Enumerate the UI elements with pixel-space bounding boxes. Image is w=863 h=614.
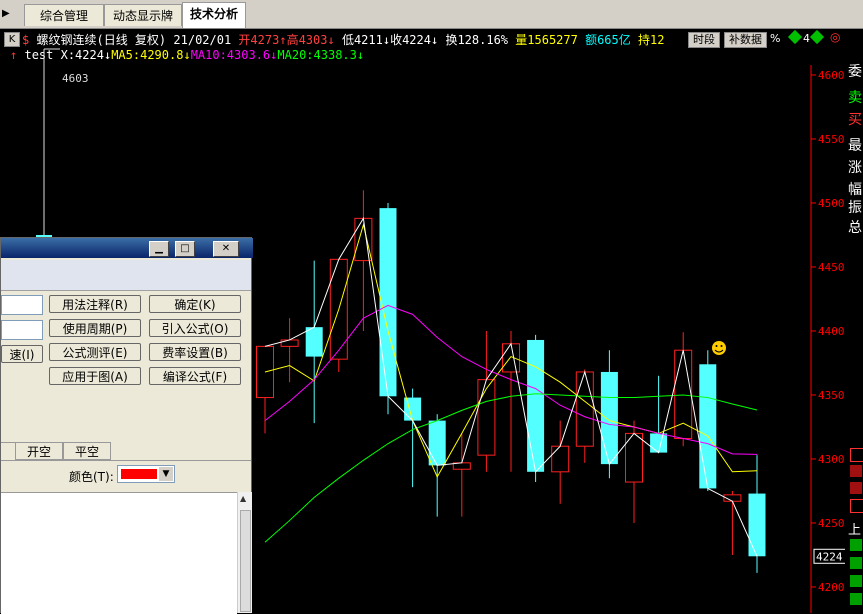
candle: [575, 369, 594, 463]
candle: [527, 334, 545, 483]
tab-scroll-left-icon[interactable]: ▶: [2, 8, 18, 22]
color-swatch: [121, 469, 157, 479]
tab-bar: ▶ 综合管理 动态显示牌 技术分析: [0, 0, 863, 29]
usage-notes-button[interactable]: 用法注释(R): [49, 295, 141, 313]
speed-button[interactable]: 速(I): [1, 345, 43, 363]
level-box: [850, 465, 862, 477]
price-tick-label: 4550: [818, 133, 845, 146]
candle-body: [280, 339, 299, 347]
candle: [723, 491, 742, 555]
label-total: 总: [848, 220, 862, 236]
price-tick-label: 4300: [818, 453, 845, 466]
level-box: [850, 448, 863, 462]
formula-editor-dialog: ▁ □ ✕ 用法注释(R) 确定(K) 使用周期(P) 引入公式(O) 速(I)…: [0, 237, 253, 614]
formula-desc-field[interactable]: [1, 320, 43, 340]
label-range: 幅: [848, 182, 862, 198]
tab-comprehensive[interactable]: 综合管理: [24, 4, 104, 26]
fee-settings-button[interactable]: 费率设置(B): [149, 343, 241, 361]
tab-open-short[interactable]: 开空: [15, 442, 63, 460]
color-row: 颜色(T): ▼: [1, 460, 251, 491]
label-change: 涨: [848, 160, 862, 176]
candle-body: [551, 445, 570, 473]
candle: [699, 350, 717, 491]
candle-body: [428, 420, 446, 466]
label-commission: 委: [848, 64, 862, 80]
candle: [305, 260, 323, 424]
chevron-down-icon[interactable]: ▼: [159, 467, 173, 481]
price-tick-label: 4350: [818, 389, 845, 402]
price-tick-label: 4600: [818, 69, 845, 82]
level-box: [850, 499, 863, 513]
color-select[interactable]: ▼: [117, 465, 175, 483]
compile-formula-button[interactable]: 编译公式(F): [149, 367, 241, 385]
minimize-icon[interactable]: ▁: [149, 241, 169, 257]
candle: [551, 420, 570, 504]
candle-body: [527, 339, 545, 472]
tab-dynamic-board[interactable]: 动态显示牌: [104, 4, 182, 26]
price-tick-label: 4200: [818, 581, 845, 594]
candle: [600, 350, 618, 479]
candle: [452, 433, 471, 517]
import-formula-button[interactable]: 引入公式(O): [149, 319, 241, 337]
price-axis: 4600 4550 4500 4450 4400 4350 4300 4250 4200 4224: [811, 69, 848, 594]
price-tick-label: 4450: [818, 261, 845, 274]
candle-body: [575, 371, 594, 447]
apply-to-chart-button[interactable]: 应用于图(A): [49, 367, 141, 385]
level-box: [850, 575, 862, 587]
peak-price-label: 4603: [62, 72, 89, 85]
tab-technical-analysis[interactable]: 技术分析: [182, 2, 246, 28]
level-box: [850, 539, 862, 551]
candle-body: [404, 397, 422, 421]
close-icon[interactable]: ✕: [213, 241, 239, 257]
right-info-panel: 委 卖 买 最 涨 幅 振 总 上: [845, 29, 863, 613]
label-sell: 卖: [848, 90, 862, 106]
level-box: [850, 593, 862, 605]
candle-body: [600, 371, 618, 465]
price-tick-label: 4250: [818, 517, 845, 530]
candle: [674, 332, 693, 447]
candle-body: [699, 364, 717, 489]
candle-body: [305, 327, 323, 357]
candle-body: [379, 208, 397, 397]
ok-button[interactable]: 确定(K): [149, 295, 241, 313]
maximize-icon[interactable]: □: [175, 241, 195, 257]
smiley-icon[interactable]: [712, 341, 726, 355]
scroll-up-icon[interactable]: ▲: [240, 494, 246, 503]
tab-close-short[interactable]: 平空: [63, 442, 111, 460]
formula-text-area[interactable]: [1, 492, 237, 614]
dialog-toolbar-strip: [1, 260, 251, 291]
candle-body: [650, 433, 668, 453]
candle: [625, 420, 643, 523]
formula-name-field[interactable]: [1, 295, 43, 315]
current-price-label: 4224: [816, 550, 843, 563]
candle-body: [477, 379, 496, 456]
label-latest: 最: [848, 138, 862, 154]
formula-test-button[interactable]: 公式测评(E): [49, 343, 141, 361]
text-area-scrollbar[interactable]: ▲: [237, 492, 252, 613]
candle: [280, 318, 299, 383]
label-buy: 买: [848, 112, 862, 128]
level-box: [850, 557, 862, 569]
candle: [404, 388, 422, 488]
candle-body: [502, 343, 520, 373]
tab-partial[interactable]: [1, 442, 16, 462]
level-box: [850, 482, 862, 494]
label-amplitude: 振: [848, 200, 862, 216]
candle-body: [748, 493, 766, 557]
dialog-title-bar[interactable]: ▁ □ ✕: [1, 238, 253, 258]
label-up: 上: [848, 523, 862, 538]
use-period-button[interactable]: 使用周期(P): [49, 319, 141, 337]
color-label: 颜色(T):: [69, 470, 114, 484]
price-tick-label: 4500: [818, 197, 845, 210]
price-tick-label: 4400: [818, 325, 845, 338]
scrollbar-thumb[interactable]: [240, 510, 251, 612]
candle: [650, 375, 668, 453]
